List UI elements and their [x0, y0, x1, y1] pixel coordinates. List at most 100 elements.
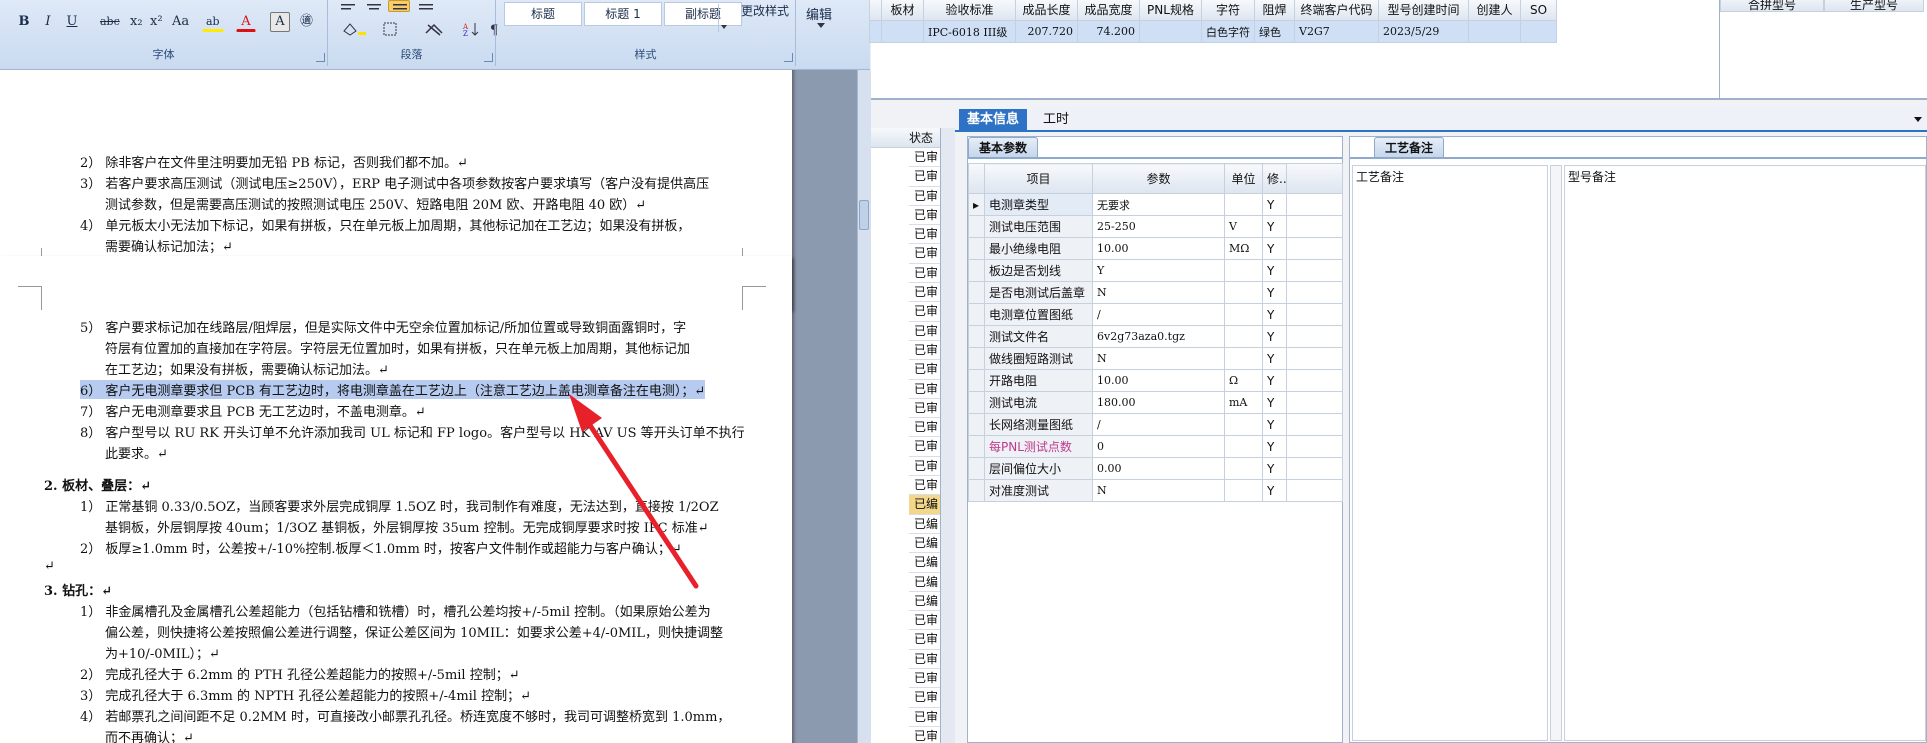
document-scrollbar[interactable]	[857, 70, 871, 743]
italic-button[interactable]: I	[38, 12, 58, 32]
style-heading[interactable]: 标题	[504, 2, 582, 26]
highlight-color-button[interactable]: ab	[202, 12, 224, 32]
table-row[interactable]: 板边是否划线 Y Y	[968, 259, 1343, 282]
bold-button[interactable]: B	[14, 12, 34, 32]
param-value[interactable]: N	[1092, 281, 1225, 304]
tab-craft-notes[interactable]: 工艺备注	[1374, 137, 1445, 157]
char-shading-button[interactable]: A	[270, 12, 290, 32]
status-cell[interactable]: 已审	[909, 283, 940, 303]
production-model-header[interactable]: 生产型号	[1824, 0, 1924, 12]
param-value[interactable]: N	[1092, 347, 1225, 370]
grid-cell[interactable]: V2G7	[1294, 20, 1379, 43]
font-dialog-launcher[interactable]	[316, 53, 325, 62]
subscript-button[interactable]: x₂	[126, 12, 147, 32]
status-cell[interactable]: 已编	[909, 533, 940, 554]
distribute-icon[interactable]	[414, 0, 436, 12]
status-cell[interactable]: 已审	[909, 456, 940, 477]
table-row[interactable]: 测试电压范围 25-250 V Y	[968, 215, 1343, 238]
paragraph-dialog-launcher[interactable]	[484, 53, 493, 62]
status-scrollbar[interactable]	[941, 128, 955, 743]
sort-icon[interactable]: AZ	[458, 20, 482, 40]
param-value[interactable]: 0	[1092, 435, 1225, 458]
param-header-cell[interactable]: 参数	[1092, 163, 1225, 194]
grid-cell[interactable]	[1139, 20, 1202, 43]
param-value[interactable]: 180.00	[1092, 391, 1225, 414]
status-cell[interactable]: 已编	[909, 553, 940, 573]
status-cell[interactable]: 已审	[909, 186, 940, 206]
param-value[interactable]: N	[1092, 479, 1225, 502]
grid-cell[interactable]: IPC-6018 III级	[923, 20, 1016, 43]
status-cell[interactable]: 已审	[909, 437, 940, 457]
table-row[interactable]: 长网络测量图纸 / Y	[968, 413, 1343, 436]
change-styles-button[interactable]: 更改样式	[736, 4, 794, 18]
grid-cell[interactable]	[881, 20, 924, 43]
status-cell[interactable]: 已审	[909, 688, 940, 708]
param-value[interactable]: 6v2g73aza0.tgz	[1092, 325, 1225, 348]
status-cell[interactable]: 已审	[909, 167, 940, 187]
grid-header-cell[interactable]: 成品长度	[1015, 0, 1078, 21]
strikethrough-button[interactable]: abc	[96, 12, 124, 32]
underline-button[interactable]: U	[62, 12, 82, 32]
param-value[interactable]: 0.00	[1092, 457, 1225, 480]
status-cell[interactable]: 已审	[909, 379, 940, 399]
grid-cell[interactable]: 白色字符	[1201, 20, 1255, 43]
shading-icon[interactable]	[336, 20, 372, 40]
grid-cell[interactable]: 207.720	[1015, 20, 1078, 43]
param-value[interactable]: 10.00	[1092, 237, 1225, 260]
style-heading-1[interactable]: 标题 1	[584, 2, 662, 26]
param-header-cell[interactable]: 修...	[1262, 163, 1287, 194]
grid-header-cell[interactable]: 验收标准	[923, 0, 1016, 21]
status-cell[interactable]: 已审	[909, 630, 940, 650]
status-cell[interactable]: 已编	[909, 591, 940, 612]
grid-cell[interactable]	[1520, 20, 1557, 43]
status-cell[interactable]: 已审	[909, 476, 940, 496]
table-row[interactable]: ▸ 电测章类型 无要求 Y	[968, 193, 1343, 216]
status-cell[interactable]: 已编	[909, 495, 940, 515]
table-row[interactable]: 对准度测试 N Y	[968, 479, 1343, 502]
grid-header-cell[interactable]: 板材	[881, 0, 924, 21]
param-header-cell[interactable]: 单位	[1224, 163, 1263, 194]
justify-icon[interactable]	[388, 0, 410, 12]
status-cell[interactable]: 已审	[909, 205, 940, 226]
status-cell[interactable]: 已编	[909, 572, 940, 592]
craft-notes-scrollbar[interactable]	[1550, 165, 1562, 741]
table-row[interactable]: 每PNL测试点数 0 Y	[968, 435, 1343, 458]
table-row[interactable]: 做线圈短路测试 N Y	[968, 347, 1343, 370]
superscript-button[interactable]: x²	[146, 12, 167, 32]
grid-header-cell[interactable]: 成品宽度	[1077, 0, 1140, 21]
param-value[interactable]: /	[1092, 303, 1225, 326]
table-row[interactable]: 是否电测试后盖章 N Y	[968, 281, 1343, 304]
craft-notes-box[interactable]: 工艺备注	[1352, 165, 1548, 741]
status-cell[interactable]: 已审	[909, 669, 940, 689]
grid-header-cell[interactable]: PNL规格	[1139, 0, 1202, 21]
param-value[interactable]: 25-250	[1092, 215, 1225, 238]
table-row[interactable]: 测试电流 180.00 mA Y	[968, 391, 1343, 414]
change-case-button[interactable]: Aa	[168, 12, 193, 32]
tab-work-hours[interactable]: 工时	[1035, 109, 1077, 131]
param-value[interactable]: Y	[1092, 259, 1225, 282]
grid-header-cell[interactable]: 创建人	[1468, 0, 1521, 21]
status-cell[interactable]: 已审	[909, 244, 940, 264]
model-notes-box[interactable]: 型号备注	[1564, 165, 1926, 741]
status-cell[interactable]: 已审	[909, 225, 940, 245]
status-cell[interactable]: 已审	[909, 611, 940, 631]
param-value[interactable]: 10.00	[1092, 369, 1225, 392]
status-cell[interactable]: 已审	[909, 726, 940, 743]
tab-basic-info[interactable]: 基本信息	[959, 109, 1028, 131]
align-left-icon[interactable]	[336, 0, 358, 12]
grid-cell[interactable]: 2023/5/29	[1378, 20, 1469, 43]
table-row[interactable]: 最小绝缘电阻 10.00 MΩ Y	[968, 237, 1343, 260]
status-cell[interactable]: 已编	[909, 514, 940, 534]
status-cell[interactable]: 已审	[909, 302, 940, 322]
grid-header-cell[interactable]: 终端客户代码	[1294, 0, 1379, 21]
grid-header-cell[interactable]: 字符	[1201, 0, 1255, 21]
status-cell[interactable]: 已审	[909, 418, 940, 438]
chinese-layout-icon[interactable]	[420, 20, 450, 40]
status-cell[interactable]: 已审	[909, 360, 940, 380]
param-header-cell[interactable]: 项目	[984, 163, 1093, 194]
param-value[interactable]: 无要求	[1092, 193, 1225, 216]
status-cell[interactable]: 已审	[909, 649, 940, 670]
grid-cell[interactable]	[1468, 20, 1521, 43]
tabbar-dropdown-icon[interactable]	[1913, 116, 1923, 124]
status-cell[interactable]: 已审	[909, 148, 940, 168]
